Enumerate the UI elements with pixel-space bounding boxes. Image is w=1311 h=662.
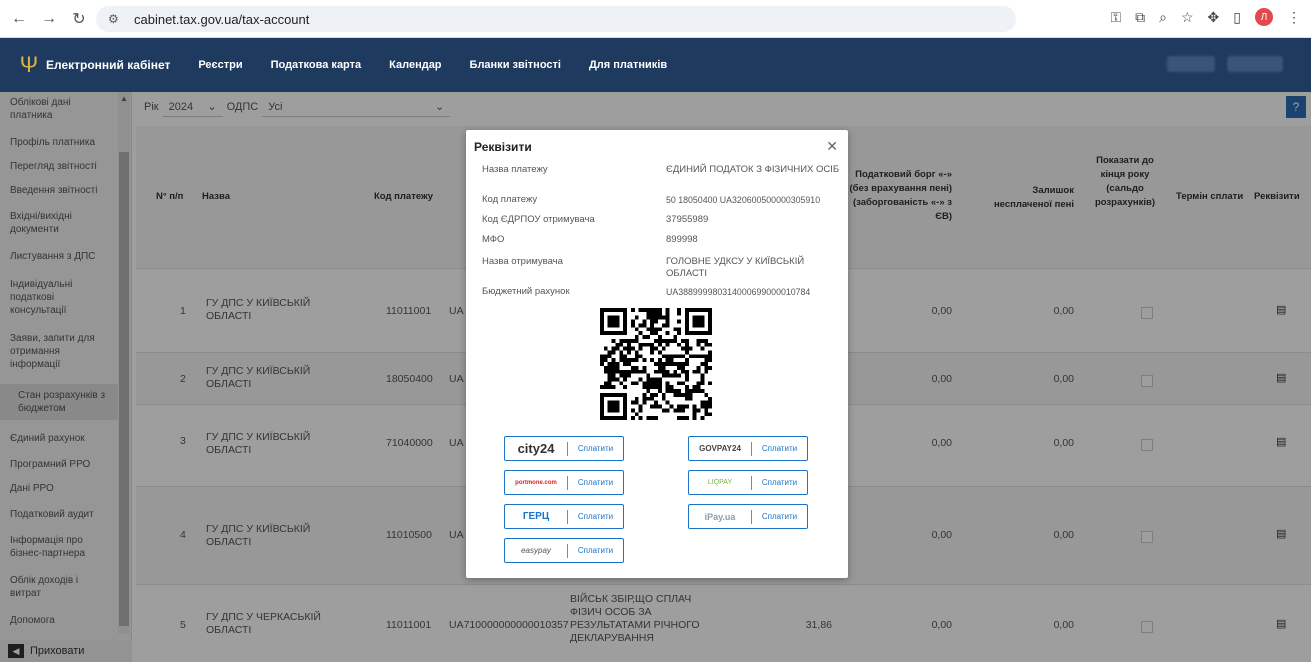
pay-label: Сплатити [577,512,614,521]
details-modal: Реквізити ✕ Назва платежу ЄДИНИЙ ПОДАТОК… [466,130,848,578]
pay-easypay-button[interactable]: easypay Сплатити [504,538,624,563]
govpay24-logo: GOVPAY24 [699,444,741,453]
url-text: cabinet.tax.gov.ua/tax-account [134,11,310,27]
pay-ipay-button[interactable]: iPay.ua Сплатити [688,504,808,529]
menu-item-report-forms[interactable]: Бланки звітності [470,59,561,71]
main-menu: Реєстри Податкова карта Календар Бланки … [198,59,667,71]
site-header: Ψ Електронний кабінет Реєстри Податкова … [0,38,1311,92]
install-app-icon[interactable]: ⧉ [1135,9,1145,26]
pay-govpay24-button[interactable]: GOVPAY24 Сплатити [688,436,808,461]
field-value: 899998 [666,234,698,245]
site-settings-icon[interactable]: ⚙ [108,12,128,26]
gerc-logo: ГЕРЦ [522,511,550,522]
city24-logo: city24 [517,441,555,456]
back-icon[interactable]: ← [8,8,30,30]
menu-item-registers[interactable]: Реєстри [198,59,242,71]
field-label: Код платежу [482,194,538,205]
browser-menu-icon[interactable]: ⋮ [1287,9,1301,26]
pay-city24-button[interactable]: city24 Сплатити [504,436,624,461]
field-label: МФО [482,234,505,245]
menu-item-for-payers[interactable]: Для платників [589,59,667,71]
pay-label: Сплатити [577,478,614,487]
brand-title[interactable]: Електронний кабінет [46,58,170,72]
pay-liqpay-button[interactable]: LIQPAY Сплатити [688,470,808,495]
extensions-icon[interactable]: ✥ [1208,9,1220,26]
user-info-blurred[interactable] [1167,56,1215,72]
close-icon[interactable]: ✕ [826,138,838,155]
pay-label: Сплатити [761,478,798,487]
zoom-icon[interactable]: ⌕ [1159,9,1167,26]
bookmark-star-icon[interactable]: ☆ [1181,9,1194,26]
forward-icon[interactable]: → [38,8,60,30]
pay-label: Сплатити [761,512,798,521]
password-key-icon[interactable]: ⚿ [1110,9,1121,26]
field-label: Назва платежу [482,164,548,175]
menu-item-tax-map[interactable]: Податкова карта [271,59,362,71]
field-value: 37955989 [666,214,709,225]
field-value: UA388999980314000699000010784 [666,287,811,297]
pay-label: Сплатити [577,546,614,555]
pay-gerc-button[interactable]: ГЕРЦ Сплатити [504,504,624,529]
field-label: Бюджетний рахунок [482,286,570,297]
sidepanel-icon[interactable]: ▯ [1233,9,1241,26]
user-name-blurred[interactable] [1227,56,1283,72]
pay-label: Сплатити [761,444,798,453]
menu-item-calendar[interactable]: Календар [389,59,441,71]
modal-title: Реквізити [474,140,532,154]
pay-portmone-button[interactable]: portmone.com Сплатити [504,470,624,495]
field-value: ЄДИНИЙ ПОДАТОК З ФІЗИЧНИХ ОСІБ [666,164,840,175]
browser-toolbar: ← → ↻ ⚙ cabinet.tax.gov.ua/tax-account ⚿… [0,0,1311,38]
field-label: Назва отримувача [482,256,563,267]
field-value: ГОЛОВНЕ УДКСУ У КИЇВСЬКІЙ ОБЛАСТІ [666,256,805,279]
reload-icon[interactable]: ↻ [68,8,90,30]
qr-code [600,308,712,420]
portmone-logo: portmone.com [515,479,557,486]
profile-avatar[interactable]: Л [1255,8,1273,26]
field-label: Код ЄДРПОУ отримувача [482,214,595,225]
address-bar[interactable]: ⚙ cabinet.tax.gov.ua/tax-account [96,6,1016,32]
pay-label: Сплатити [577,444,614,453]
trident-logo-icon[interactable]: Ψ [18,50,40,80]
field-value: 50 18050400 UA320600500000305910 [666,195,821,205]
easypay-logo: easypay [521,546,551,555]
ipay-logo: iPay.ua [704,511,736,522]
liqpay-logo: LIQPAY [707,479,733,486]
